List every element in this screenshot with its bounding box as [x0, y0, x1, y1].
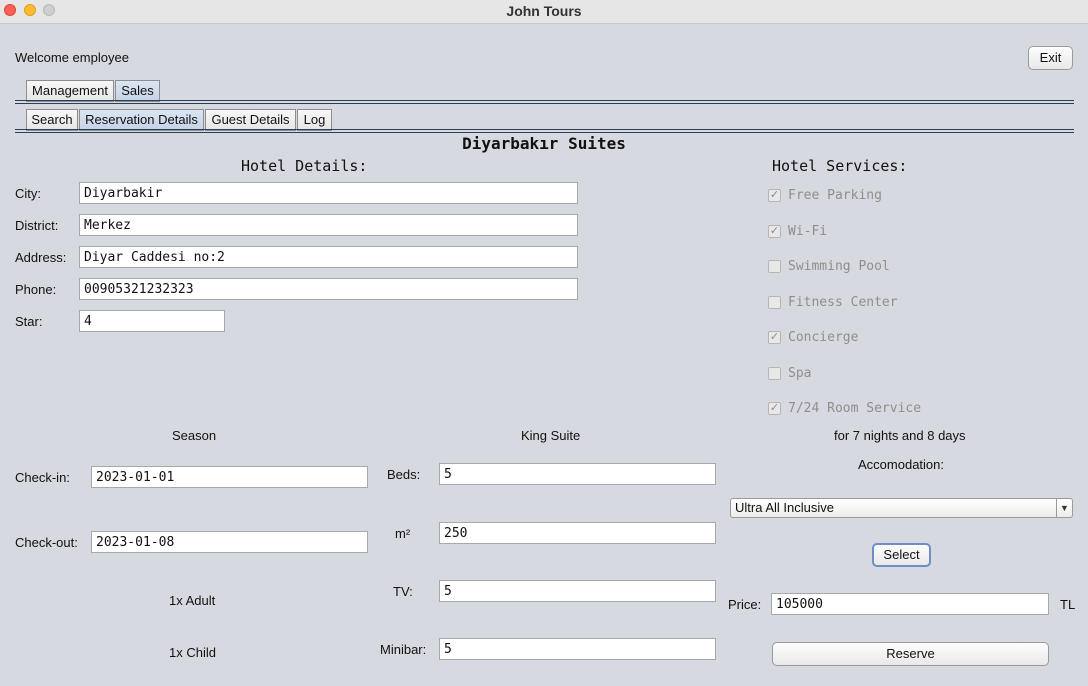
main-tabs-divider [15, 100, 1074, 104]
service-checkbox[interactable]: ✓ [768, 331, 781, 344]
tab-search[interactable]: Search [26, 109, 78, 131]
price-label: Price: [728, 597, 762, 612]
select-button[interactable]: Select [872, 543, 931, 567]
phone-field[interactable]: 00905321232323 [79, 278, 578, 300]
minibar-field[interactable]: 5 [439, 638, 716, 660]
hotel-name: Diyarbakır Suites [462, 134, 626, 153]
district-label: District: [15, 218, 59, 233]
sub-tabs-divider [15, 129, 1074, 133]
season-heading: Season [172, 428, 217, 443]
city-field[interactable]: Diyarbakir [79, 182, 578, 204]
checkout-label: Check-out: [15, 535, 78, 550]
service-label: Concierge [788, 330, 859, 345]
service-checkbox[interactable]: ✓ [768, 189, 781, 202]
accommodation-label: Accomodation: [858, 457, 944, 472]
children-count: 1x Child [169, 645, 216, 660]
room-type-heading: King Suite [521, 428, 581, 443]
service-label: Spa [788, 366, 812, 381]
city-label: City: [15, 186, 41, 201]
minibar-label: Minibar: [380, 642, 427, 657]
welcome-text: Welcome employee [15, 50, 129, 65]
price-field[interactable]: 105000 [771, 593, 1049, 615]
reserve-button[interactable]: Reserve [772, 642, 1049, 666]
service-checkbox[interactable] [768, 296, 781, 309]
beds-label: Beds: [387, 467, 421, 482]
service-label: Fitness Center [788, 295, 898, 310]
star-label: Star: [15, 314, 43, 329]
accommodation-select[interactable]: Ultra All Inclusive ▼ [730, 498, 1073, 518]
window-title: John Tours [506, 3, 582, 19]
phone-label: Phone: [15, 282, 57, 297]
address-field[interactable]: Diyar Caddesi no:2 [79, 246, 578, 268]
service-label: 7/24 Room Service [788, 401, 922, 416]
service-checkbox[interactable]: ✓ [768, 225, 781, 238]
district-field[interactable]: Merkez [79, 214, 578, 236]
chevron-down-icon[interactable]: ▼ [1056, 499, 1072, 517]
hotel-services-heading: Hotel Services: [772, 157, 908, 175]
tv-field[interactable]: 5 [439, 580, 716, 602]
area-field[interactable]: 250 [439, 522, 716, 544]
adults-count: 1x Adult [169, 593, 216, 608]
currency-label: TL [1060, 597, 1076, 612]
accommodation-selected: Ultra All Inclusive [735, 500, 834, 515]
exit-button[interactable]: Exit [1028, 46, 1073, 70]
service-label: Free Parking [788, 188, 882, 203]
tab-reservation-details[interactable]: Reservation Details [79, 109, 204, 131]
service-label: Wi-Fi [788, 224, 828, 239]
tab-log[interactable]: Log [297, 109, 332, 131]
checkin-field[interactable]: 2023-01-01 [91, 466, 368, 488]
star-field[interactable]: 4 [79, 310, 225, 332]
area-label: m² [395, 526, 411, 541]
window-titlebar: John Tours [0, 0, 1088, 24]
service-checkbox[interactable]: ✓ [768, 402, 781, 415]
tv-label: TV: [393, 584, 413, 599]
tab-sales[interactable]: Sales [115, 80, 160, 102]
checkin-label: Check-in: [15, 470, 70, 485]
tab-management[interactable]: Management [26, 80, 114, 102]
service-checkbox[interactable] [768, 367, 781, 380]
stay-duration: for 7 nights and 8 days [834, 428, 966, 443]
tab-guest-details[interactable]: Guest Details [205, 109, 296, 131]
hotel-details-heading: Hotel Details: [241, 157, 368, 175]
beds-field[interactable]: 5 [439, 463, 716, 485]
checkout-field[interactable]: 2023-01-08 [91, 531, 368, 553]
address-label: Address: [15, 250, 67, 265]
service-checkbox[interactable] [768, 260, 781, 273]
service-label: Swimming Pool [788, 259, 890, 274]
